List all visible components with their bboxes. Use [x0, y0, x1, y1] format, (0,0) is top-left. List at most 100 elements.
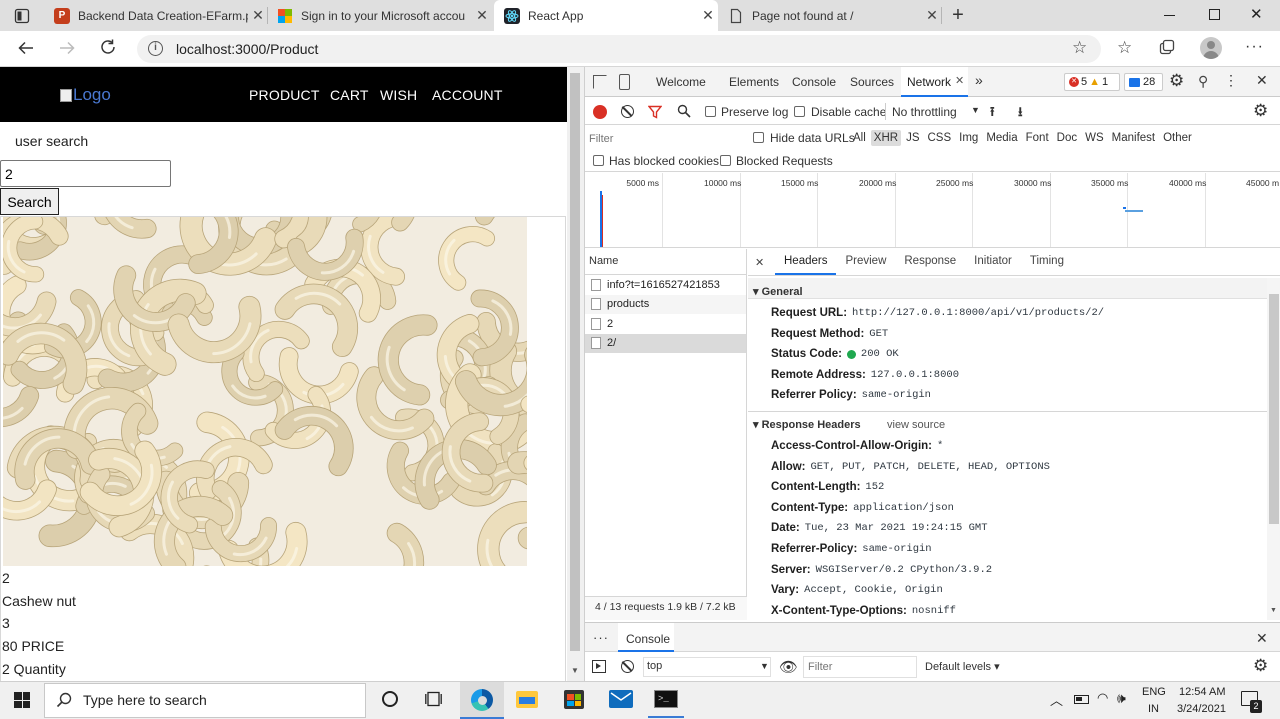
nav-cart[interactable]: CART — [330, 87, 369, 103]
type-filter-other[interactable]: Other — [1160, 130, 1195, 146]
disable-cache-checkbox[interactable] — [794, 106, 805, 117]
battery-icon[interactable] — [1074, 695, 1089, 704]
clock-date[interactable]: 3/24/2021 — [1177, 703, 1226, 715]
type-filter-doc[interactable]: Doc — [1054, 130, 1080, 146]
more-menu-icon[interactable]: ··· — [1245, 38, 1264, 56]
favorites-icon[interactable]: ☆ — [1117, 38, 1132, 58]
maximize-icon[interactable] — [1209, 9, 1220, 20]
filter-funnel-icon[interactable] — [648, 105, 662, 119]
close-network-tab-icon[interactable]: ✕ — [955, 74, 964, 87]
profile-avatar[interactable] — [1200, 37, 1222, 59]
forward-icon[interactable] — [58, 39, 76, 57]
network-settings-icon[interactable]: ⚙ — [1253, 101, 1268, 121]
console-filter-input[interactable] — [803, 656, 917, 678]
detail-tab-headers[interactable]: Headers — [775, 249, 837, 275]
close-window-icon[interactable]: ✕ — [1250, 5, 1263, 23]
mail-icon[interactable] — [609, 690, 633, 708]
type-filter-xhr[interactable]: XHR — [870, 130, 902, 146]
tab-console[interactable]: Console — [792, 75, 836, 89]
close-details-icon[interactable]: ✕ — [755, 256, 764, 269]
throttle-dropdown-icon[interactable]: ▼ — [971, 105, 980, 115]
clock-time[interactable]: 12:54 AM — [1179, 686, 1225, 698]
tab-network[interactable]: Network — [907, 75, 951, 89]
show-hidden-icons[interactable]: ︿ — [1050, 690, 1063, 709]
tab-sources[interactable]: Sources — [850, 75, 894, 89]
console-clear-icon[interactable] — [621, 660, 634, 673]
nav-product[interactable]: PRODUCT — [249, 87, 320, 103]
drawer-console-label[interactable]: Console — [626, 632, 670, 646]
detail-tab-initiator[interactable]: Initiator — [965, 249, 1021, 275]
blocked-requests-checkbox[interactable] — [720, 155, 731, 166]
tab-react-app[interactable]: React App ✕ — [494, 0, 718, 31]
nav-wish[interactable]: WISH — [380, 87, 417, 103]
search-input[interactable] — [0, 160, 171, 187]
language-region[interactable]: IN — [1148, 703, 1159, 715]
close-devtools-icon[interactable]: ✕ — [1256, 72, 1268, 89]
export-har-icon[interactable]: ⭳ — [1018, 103, 1023, 125]
tab-microsoft-signin[interactable]: Sign in to your Microsoft accou ✕ — [268, 0, 492, 31]
terminal-icon[interactable]: >_ — [654, 690, 678, 708]
type-filter-font[interactable]: Font — [1023, 130, 1052, 146]
tab-page-not-found[interactable]: Page not found at / ✕ — [718, 0, 942, 31]
tab-welcome[interactable]: Welcome — [656, 75, 706, 89]
log-levels-select[interactable]: Default levels ▾ — [925, 660, 1000, 673]
type-filter-media[interactable]: Media — [983, 130, 1020, 146]
device-toggle-icon[interactable] — [619, 74, 630, 90]
record-icon[interactable] — [593, 105, 607, 119]
drawer-menu-icon[interactable]: ··· — [593, 630, 609, 645]
blocked-cookies-checkbox[interactable] — [593, 155, 604, 166]
new-tab-icon[interactable]: + — [948, 4, 968, 26]
tab-actions-icon[interactable] — [14, 8, 30, 24]
info-icon[interactable]: i — [148, 41, 163, 56]
windows-start-icon[interactable] — [14, 692, 30, 708]
search-button[interactable]: Search — [0, 188, 59, 215]
messages-counter[interactable]: 28 — [1124, 73, 1163, 91]
detail-tab-preview[interactable]: Preview — [836, 249, 895, 275]
type-filter-manifest[interactable]: Manifest — [1109, 130, 1158, 146]
wifi-icon[interactable]: ◠ — [1097, 690, 1108, 706]
file-explorer-icon[interactable] — [516, 691, 538, 708]
type-filter-img[interactable]: Img — [956, 130, 981, 146]
clear-icon[interactable] — [621, 105, 634, 118]
preserve-log-checkbox[interactable] — [705, 106, 716, 117]
nav-account[interactable]: ACCOUNT — [432, 87, 503, 103]
general-section-header[interactable] — [748, 278, 1267, 299]
type-filter-js[interactable]: JS — [903, 130, 922, 146]
hide-data-urls-checkbox[interactable] — [753, 132, 764, 143]
name-column-header[interactable]: Name — [589, 255, 618, 267]
type-filter-css[interactable]: CSS — [924, 130, 954, 146]
page-scrollbar[interactable]: ▼ — [567, 67, 584, 681]
view-source-link[interactable]: view source — [887, 419, 945, 431]
request-row[interactable]: 2 — [585, 314, 746, 334]
store-icon[interactable] — [564, 690, 584, 709]
console-settings-icon[interactable]: ⚙ — [1253, 656, 1268, 676]
search-icon[interactable] — [677, 104, 691, 118]
filter-input[interactable] — [589, 130, 739, 148]
response-headers-title[interactable]: ▾ Response Headers — [753, 418, 861, 431]
type-filter-ws[interactable]: WS — [1082, 130, 1107, 146]
close-tab-icon[interactable]: ✕ — [248, 7, 268, 24]
inspect-icon[interactable] — [593, 75, 607, 89]
request-row[interactable]: products — [585, 294, 746, 314]
tab-elements[interactable]: Elements — [729, 75, 779, 89]
close-tab-icon[interactable]: ✕ — [922, 7, 942, 24]
back-icon[interactable] — [17, 39, 35, 57]
scroll-thumb[interactable] — [570, 73, 580, 651]
console-sidebar-icon[interactable] — [592, 660, 606, 673]
more-tabs-icon[interactable]: » — [975, 72, 983, 88]
close-drawer-icon[interactable]: ✕ — [1256, 630, 1268, 647]
details-scrollbar[interactable]: ▼ — [1267, 278, 1280, 620]
context-dropdown-icon[interactable]: ▼ — [760, 661, 769, 671]
close-tab-icon[interactable]: ✕ — [472, 7, 492, 24]
issues-counter[interactable]: ✕ 5 ▲ 1 — [1064, 73, 1120, 91]
close-tab-icon[interactable]: ✕ — [698, 7, 718, 24]
scroll-down-icon[interactable]: ▼ — [571, 666, 579, 675]
detail-tab-timing[interactable]: Timing — [1021, 249, 1073, 275]
language-code[interactable]: ENG — [1142, 686, 1166, 698]
refresh-icon[interactable] — [99, 38, 117, 56]
devtools-menu-icon[interactable]: ⋮ — [1224, 72, 1238, 89]
request-row[interactable]: 2/ — [585, 333, 746, 353]
cortana-icon[interactable] — [382, 691, 398, 707]
minimize-icon[interactable] — [1164, 15, 1175, 16]
task-view-icon[interactable] — [425, 691, 442, 707]
